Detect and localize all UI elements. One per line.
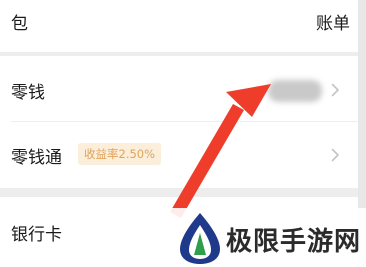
watermark-logo-icon bbox=[180, 213, 220, 264]
page-title: 包 bbox=[11, 14, 28, 34]
lingqiantong-label: 零钱通 bbox=[11, 148, 62, 168]
header-bar: 包 账单 bbox=[0, 0, 366, 52]
bill-link[interactable]: 账单 bbox=[316, 9, 350, 34]
yield-rate-badge: 收益率2.50% bbox=[78, 143, 162, 165]
watermark: 极限手游网 bbox=[170, 208, 366, 267]
list-item-change[interactable]: 零钱 bbox=[0, 56, 358, 122]
chevron-right-icon bbox=[331, 83, 339, 97]
watermark-text: 极限手游网 bbox=[226, 227, 362, 257]
change-label: 零钱 bbox=[11, 83, 45, 103]
change-balance-blurred bbox=[268, 80, 322, 102]
wallet-screen: 包 账单 零钱 零钱通 收益率2.50% 银行卡 极限手游网 bbox=[0, 0, 366, 267]
bank-card-label: 银行卡 bbox=[11, 225, 62, 245]
chevron-right-icon bbox=[331, 148, 339, 162]
list-item-lingqiantong[interactable]: 零钱通 收益率2.50% bbox=[0, 122, 358, 188]
wallet-section: 零钱 零钱通 收益率2.50% bbox=[0, 56, 358, 188]
